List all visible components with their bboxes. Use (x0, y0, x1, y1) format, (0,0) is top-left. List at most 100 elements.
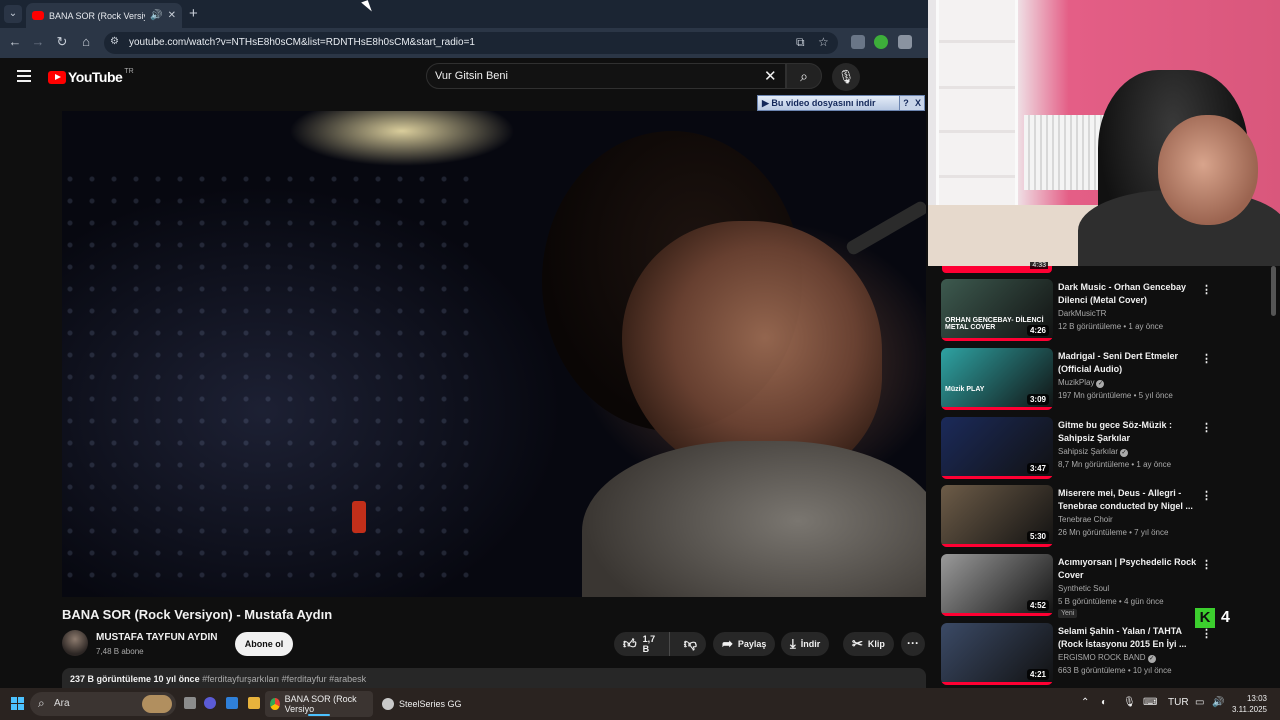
language-indicator[interactable]: TUR (1168, 697, 1189, 708)
keyboard-icon[interactable]: ⌨ (1143, 697, 1157, 708)
home-icon[interactable]: ⌂ (78, 34, 94, 49)
subscribe-button[interactable]: Abone ol (235, 632, 293, 656)
browser-tab-active[interactable]: BANA SOR (Rock Versiyon) 🔊 ✕ (26, 3, 182, 28)
microphone-tray-icon[interactable]: 🎙 (1123, 697, 1136, 708)
search-button[interactable]: ⌕ (786, 63, 822, 89)
more-options-icon[interactable]: ⋮ (1201, 558, 1212, 571)
speaker-icon[interactable]: 🔊 (150, 10, 162, 21)
bookmark-star-icon[interactable]: ☆ (818, 35, 829, 49)
dislike-button[interactable]: 👎︎ (675, 636, 706, 652)
clear-search-icon[interactable]: ✕ (764, 67, 777, 85)
recommendation-title[interactable]: Miserere mei, Deus - Allegri - Tenebrae … (1058, 487, 1198, 513)
download-video-button[interactable]: ▶ Bu video dosyasını indir (758, 96, 900, 110)
recommendation-item[interactable]: 3:47 Gitme bu gece Söz-Müzik : Sahipsiz Ş… (941, 417, 1261, 479)
recommendation-item[interactable]: 4:21 Selami Şahin - Yalan / TAHTA (Rock İ… (941, 623, 1261, 685)
recommendation-channel-name: MuzikPlay (1058, 378, 1095, 387)
taskbar-app-browser[interactable]: BANA SOR (Rock Versiyo (265, 691, 373, 717)
like-button[interactable]: 👍︎ 1,7 B (614, 632, 670, 656)
download-help-button[interactable]: ? (900, 98, 912, 108)
recommendation-item[interactable]: 5:30 Miserere mei, Deus - Allegri - Teneb… (941, 485, 1261, 547)
download-label: İndir (800, 639, 821, 649)
recommendation-channel[interactable]: DarkMusicTR (1058, 309, 1106, 318)
address-bar[interactable]: ⚙ youtube.com/watch?v=NTHsE8h0sCM&list=R… (104, 32, 838, 54)
partial-recommendation[interactable]: 4:33 (942, 262, 1052, 273)
recommendation-thumbnail[interactable]: 4:21 (941, 623, 1053, 685)
verified-icon: ✓ (1096, 380, 1105, 388)
recommendation-item[interactable]: ORHAN GENCEBAY- DİLENCİ METAL COVER 4:26 D… (941, 279, 1261, 341)
watch-progress-bar (941, 682, 1053, 685)
hashtags[interactable]: #ferditayfurşarkıları #ferditayfur #arab… (202, 674, 366, 684)
clock-date: 3.11.2025 (1232, 705, 1267, 714)
recommendation-channel[interactable]: Tenebrae Choir (1058, 515, 1113, 524)
system-clock[interactable]: 13:03 3.11.2025 (1232, 693, 1267, 715)
more-options-icon[interactable]: ⋮ (1201, 627, 1212, 640)
recommendation-channel[interactable]: Sahipsiz Şarkılar ✓ (1058, 447, 1129, 457)
windows-taskbar: ⌕ Ara BANA SOR (Rock Versiyo SteelSeries… (0, 688, 1280, 720)
download-close-button[interactable]: X (912, 98, 924, 108)
recommendation-title[interactable]: Gitme bu gece Söz-Müzik : Sahipsiz Şarkı… (1058, 419, 1198, 445)
extension-wallet-icon[interactable] (898, 35, 912, 49)
tray-overflow-icon[interactable]: ⌃ (1081, 697, 1089, 708)
outlook-icon[interactable] (226, 697, 238, 709)
new-tab-button[interactable]: + (189, 5, 198, 22)
recommendation-title[interactable]: Dark Music - Orhan Gencebay Dilenci (Met… (1058, 281, 1198, 307)
file-explorer-icon[interactable] (248, 697, 260, 709)
watch-progress-bar (941, 476, 1053, 479)
network-icon[interactable]: ▭ (1195, 697, 1204, 708)
recommendation-item[interactable]: Müzik PLAY 3:09 Madrigal - Seni Dert Etmel… (941, 348, 1261, 410)
recommendation-thumbnail[interactable]: 4:52 (941, 554, 1053, 616)
search-query: Vur Gitsin Beni (435, 70, 508, 82)
voice-search-button[interactable]: 🎙 (832, 63, 860, 91)
windows-start-icon[interactable] (11, 697, 24, 710)
back-icon[interactable]: ← (7, 34, 23, 49)
install-app-icon[interactable]: ⧉ (796, 35, 805, 50)
recommendation-thumbnail[interactable]: Müzik PLAY 3:09 (941, 348, 1053, 410)
channel-name[interactable]: MUSTAFA TAYFUN AYDIN (96, 632, 218, 643)
recommendation-thumbnail[interactable]: ORHAN GENCEBAY- DİLENCİ METAL COVER 4:26 (941, 279, 1053, 341)
tab-search-dropdown-icon[interactable]: ⌄ (4, 5, 22, 23)
more-options-icon[interactable]: ⋮ (1201, 352, 1212, 365)
more-actions-button[interactable]: ··· (901, 632, 925, 656)
like-dislike-group: 👍︎ 1,7 B 👎︎ (614, 632, 706, 656)
recommendation-item[interactable]: 4:52 Acımıyorsan | Psychedelic Rock Cover… (941, 554, 1261, 618)
search-input[interactable]: Vur Gitsin Beni ✕ (426, 63, 786, 89)
taskbar-app-steelseries[interactable]: SteelSeries GG (377, 691, 467, 717)
youtube-logo[interactable]: YouTube TR (48, 68, 134, 85)
clock-time: 13:03 (1246, 694, 1267, 703)
extension-shield-icon[interactable] (851, 35, 865, 49)
reload-icon[interactable]: ↻ (54, 34, 70, 50)
channel-avatar[interactable] (62, 630, 88, 656)
copilot-icon[interactable] (204, 697, 216, 709)
tab-close-icon[interactable]: ✕ (168, 10, 176, 21)
recommendation-thumbnail[interactable]: 5:30 (941, 485, 1053, 547)
recommendation-channel[interactable]: MuzikPlay ✓ (1058, 378, 1105, 388)
more-options-icon[interactable]: ⋮ (1201, 283, 1212, 296)
site-info-icon[interactable]: ⚙ (110, 36, 119, 47)
recommendation-title[interactable]: Acımıyorsan | Psychedelic Rock Cover (1058, 556, 1198, 582)
edge-icon[interactable]: ◐ (1101, 697, 1107, 708)
description-box[interactable]: 237 B görüntüleme 10 yıl önce #ferditayf… (62, 668, 926, 688)
recommendation-title[interactable]: Madrigal - Seni Dert Etmeler (Official A… (1058, 350, 1198, 376)
video-duration: 5:30 (1026, 531, 1049, 542)
taskbar-search[interactable]: ⌕ Ara (30, 692, 176, 716)
share-icon: ➦ (722, 636, 733, 651)
recommendation-title[interactable]: Selami Şahin - Yalan / TAHTA (Rock İstas… (1058, 625, 1198, 651)
recommendation-channel[interactable]: Synthetic Soul (1058, 584, 1109, 593)
recommendation-meta: 12 B görüntüleme • 1 ay önce (1058, 322, 1164, 331)
menu-icon[interactable] (17, 70, 31, 82)
share-button[interactable]: ➦ Paylaş (713, 632, 776, 656)
recommendation-channel[interactable]: ERGISMO ROCK BAND ✓ (1058, 653, 1156, 663)
clip-button[interactable]: ✂ Klip (843, 632, 894, 656)
download-button[interactable]: ⤓ İndir (781, 632, 830, 656)
url-text: youtube.com/watch?v=NTHsE8h0sCM&list=RDN… (129, 37, 475, 48)
more-options-icon[interactable]: ⋮ (1201, 489, 1212, 502)
forward-icon[interactable]: → (30, 34, 46, 49)
video-player[interactable] (62, 111, 926, 597)
volume-icon[interactable]: 🔊 (1212, 697, 1224, 708)
view-count: 237 B görüntüleme (70, 674, 152, 684)
task-view-icon[interactable] (184, 697, 196, 709)
sidebar-scrollbar[interactable] (1271, 266, 1276, 316)
extension-green-icon[interactable] (874, 35, 888, 49)
recommendation-thumbnail[interactable]: 3:47 (941, 417, 1053, 479)
more-options-icon[interactable]: ⋮ (1201, 421, 1212, 434)
